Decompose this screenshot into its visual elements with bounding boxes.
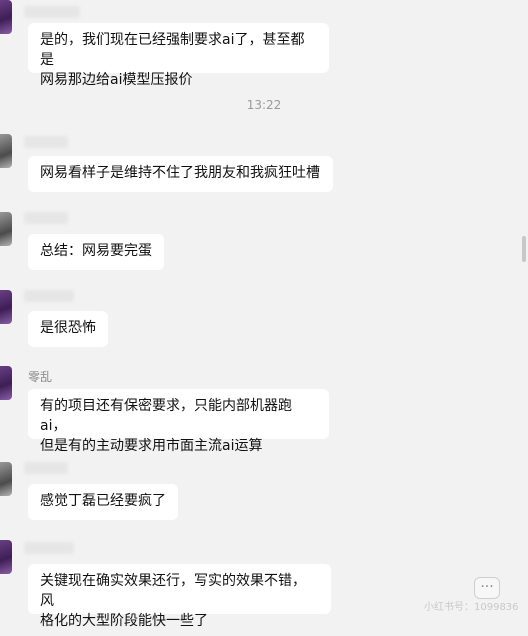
avatar[interactable]: [0, 290, 12, 324]
sender-name-blurred: [24, 136, 68, 148]
sender-name: 零乱: [28, 370, 53, 384]
sender-name-blurred: [24, 290, 74, 302]
sender-name-blurred: [24, 462, 68, 474]
avatar[interactable]: [0, 540, 12, 574]
sender-name-blurred: [24, 212, 68, 224]
message-bubble[interactable]: 是很恐怖: [28, 311, 108, 347]
avatar[interactable]: [0, 134, 12, 168]
more-options-button[interactable]: ···: [474, 577, 500, 599]
message-bubble[interactable]: 网易看样子是维持不住了我朋友和我疯狂吐槽: [28, 156, 333, 192]
sender-name-blurred: [24, 6, 80, 18]
avatar[interactable]: [0, 366, 12, 400]
message-bubble[interactable]: 关键现在确实效果还行，写实的效果不错，风 格化的大型阶段能快一些了: [28, 564, 331, 629]
message-bubble[interactable]: 有的项目还有保密要求，只能内部机器跑ai， 但是有的主动要求用市面主流ai运算: [28, 389, 329, 454]
timestamp: 13:22: [246, 98, 282, 112]
scrollbar[interactable]: [522, 236, 526, 262]
watermark: 小红书号：1099836: [424, 602, 519, 613]
avatar[interactable]: [0, 0, 12, 34]
avatar[interactable]: [0, 212, 12, 246]
message-bubble[interactable]: 总结：网易要完蛋: [28, 234, 164, 270]
avatar[interactable]: [0, 462, 12, 496]
message-bubble[interactable]: 是的，我们现在已经强制要求ai了，甚至都是 网易那边给ai模型压报价: [28, 23, 329, 88]
sender-name-blurred: [24, 542, 74, 554]
message-bubble[interactable]: 感觉丁磊已经要疯了: [28, 484, 178, 520]
